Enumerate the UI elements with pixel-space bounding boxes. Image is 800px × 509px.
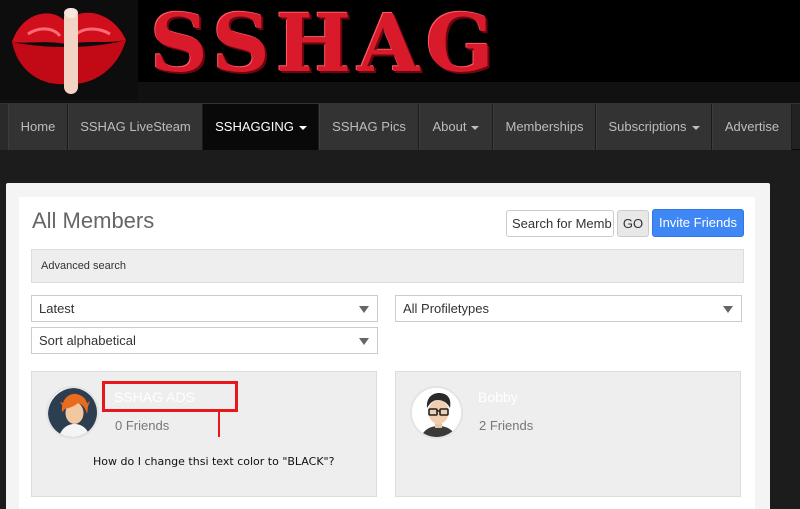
annotation-highlight-box <box>102 381 238 412</box>
friends-count[interactable]: 2 Friends <box>479 418 533 433</box>
chevron-down-icon <box>691 125 700 130</box>
order-select[interactable]: Latest <box>31 295 378 322</box>
advanced-search-toggle[interactable]: Advanced search <box>31 249 744 283</box>
nav-label: Subscriptions <box>608 119 687 134</box>
nav-item-subscriptions[interactable]: Subscriptions <box>596 104 712 150</box>
nav-label: SSHAG Pics <box>332 119 406 134</box>
member-name[interactable]: Bobby <box>478 389 518 405</box>
nav-item-advertise[interactable]: Advertise <box>712 104 792 150</box>
site-logo-text[interactable]: SSHAG <box>150 0 500 88</box>
go-button[interactable]: GO <box>617 210 649 237</box>
nav-item-livesteam[interactable]: SSHAG LiveSteam <box>68 104 203 150</box>
site-banner: SSHAG <box>0 0 800 103</box>
profiletype-select-value: All Profiletypes <box>403 301 489 316</box>
nav-label: SSHAG LiveSteam <box>80 119 191 134</box>
nav-item-pics[interactable]: SSHAG Pics <box>319 104 419 150</box>
nav-item-sshagging[interactable]: SSHAGGING <box>203 104 319 150</box>
nav-item-home[interactable]: Home <box>8 104 68 150</box>
order-select-value: Latest <box>39 301 75 316</box>
avatar[interactable] <box>46 386 99 439</box>
chevron-down-icon <box>298 125 307 130</box>
chevron-down-icon <box>471 125 480 130</box>
sort-select-value: Sort alphabetical <box>39 333 136 348</box>
nav-label: SSHAGGING <box>215 119 294 134</box>
nav-item-memberships[interactable]: Memberships <box>493 104 596 150</box>
lips-logo-icon[interactable] <box>0 0 138 100</box>
dropdown-arrow-icon <box>359 338 369 345</box>
nav-label: About <box>432 119 467 134</box>
nav-item-about[interactable]: About <box>419 104 493 150</box>
invite-friends-button[interactable]: Invite Friends <box>652 209 744 237</box>
dropdown-arrow-icon <box>359 306 369 313</box>
nav-label: Advertise <box>724 119 780 134</box>
annotation-question: How do I change thsi text color to "BLAC… <box>93 455 335 468</box>
profiletype-select[interactable]: All Profiletypes <box>395 295 742 322</box>
search-members-input[interactable]: Search for Memb <box>506 210 614 237</box>
annotation-pointer-line <box>218 412 220 437</box>
navbar-edge <box>0 104 8 150</box>
sort-select[interactable]: Sort alphabetical <box>31 327 378 354</box>
avatar[interactable] <box>410 386 463 439</box>
dropdown-arrow-icon <box>723 306 733 313</box>
nav-label: Memberships <box>505 119 584 134</box>
page-title: All Members <box>32 208 155 233</box>
main-navbar: Home SSHAG LiveSteam SSHAGGING SSHAG Pic… <box>0 103 800 150</box>
friends-count[interactable]: 0 Friends <box>115 418 169 433</box>
nav-label: Home <box>20 119 56 134</box>
